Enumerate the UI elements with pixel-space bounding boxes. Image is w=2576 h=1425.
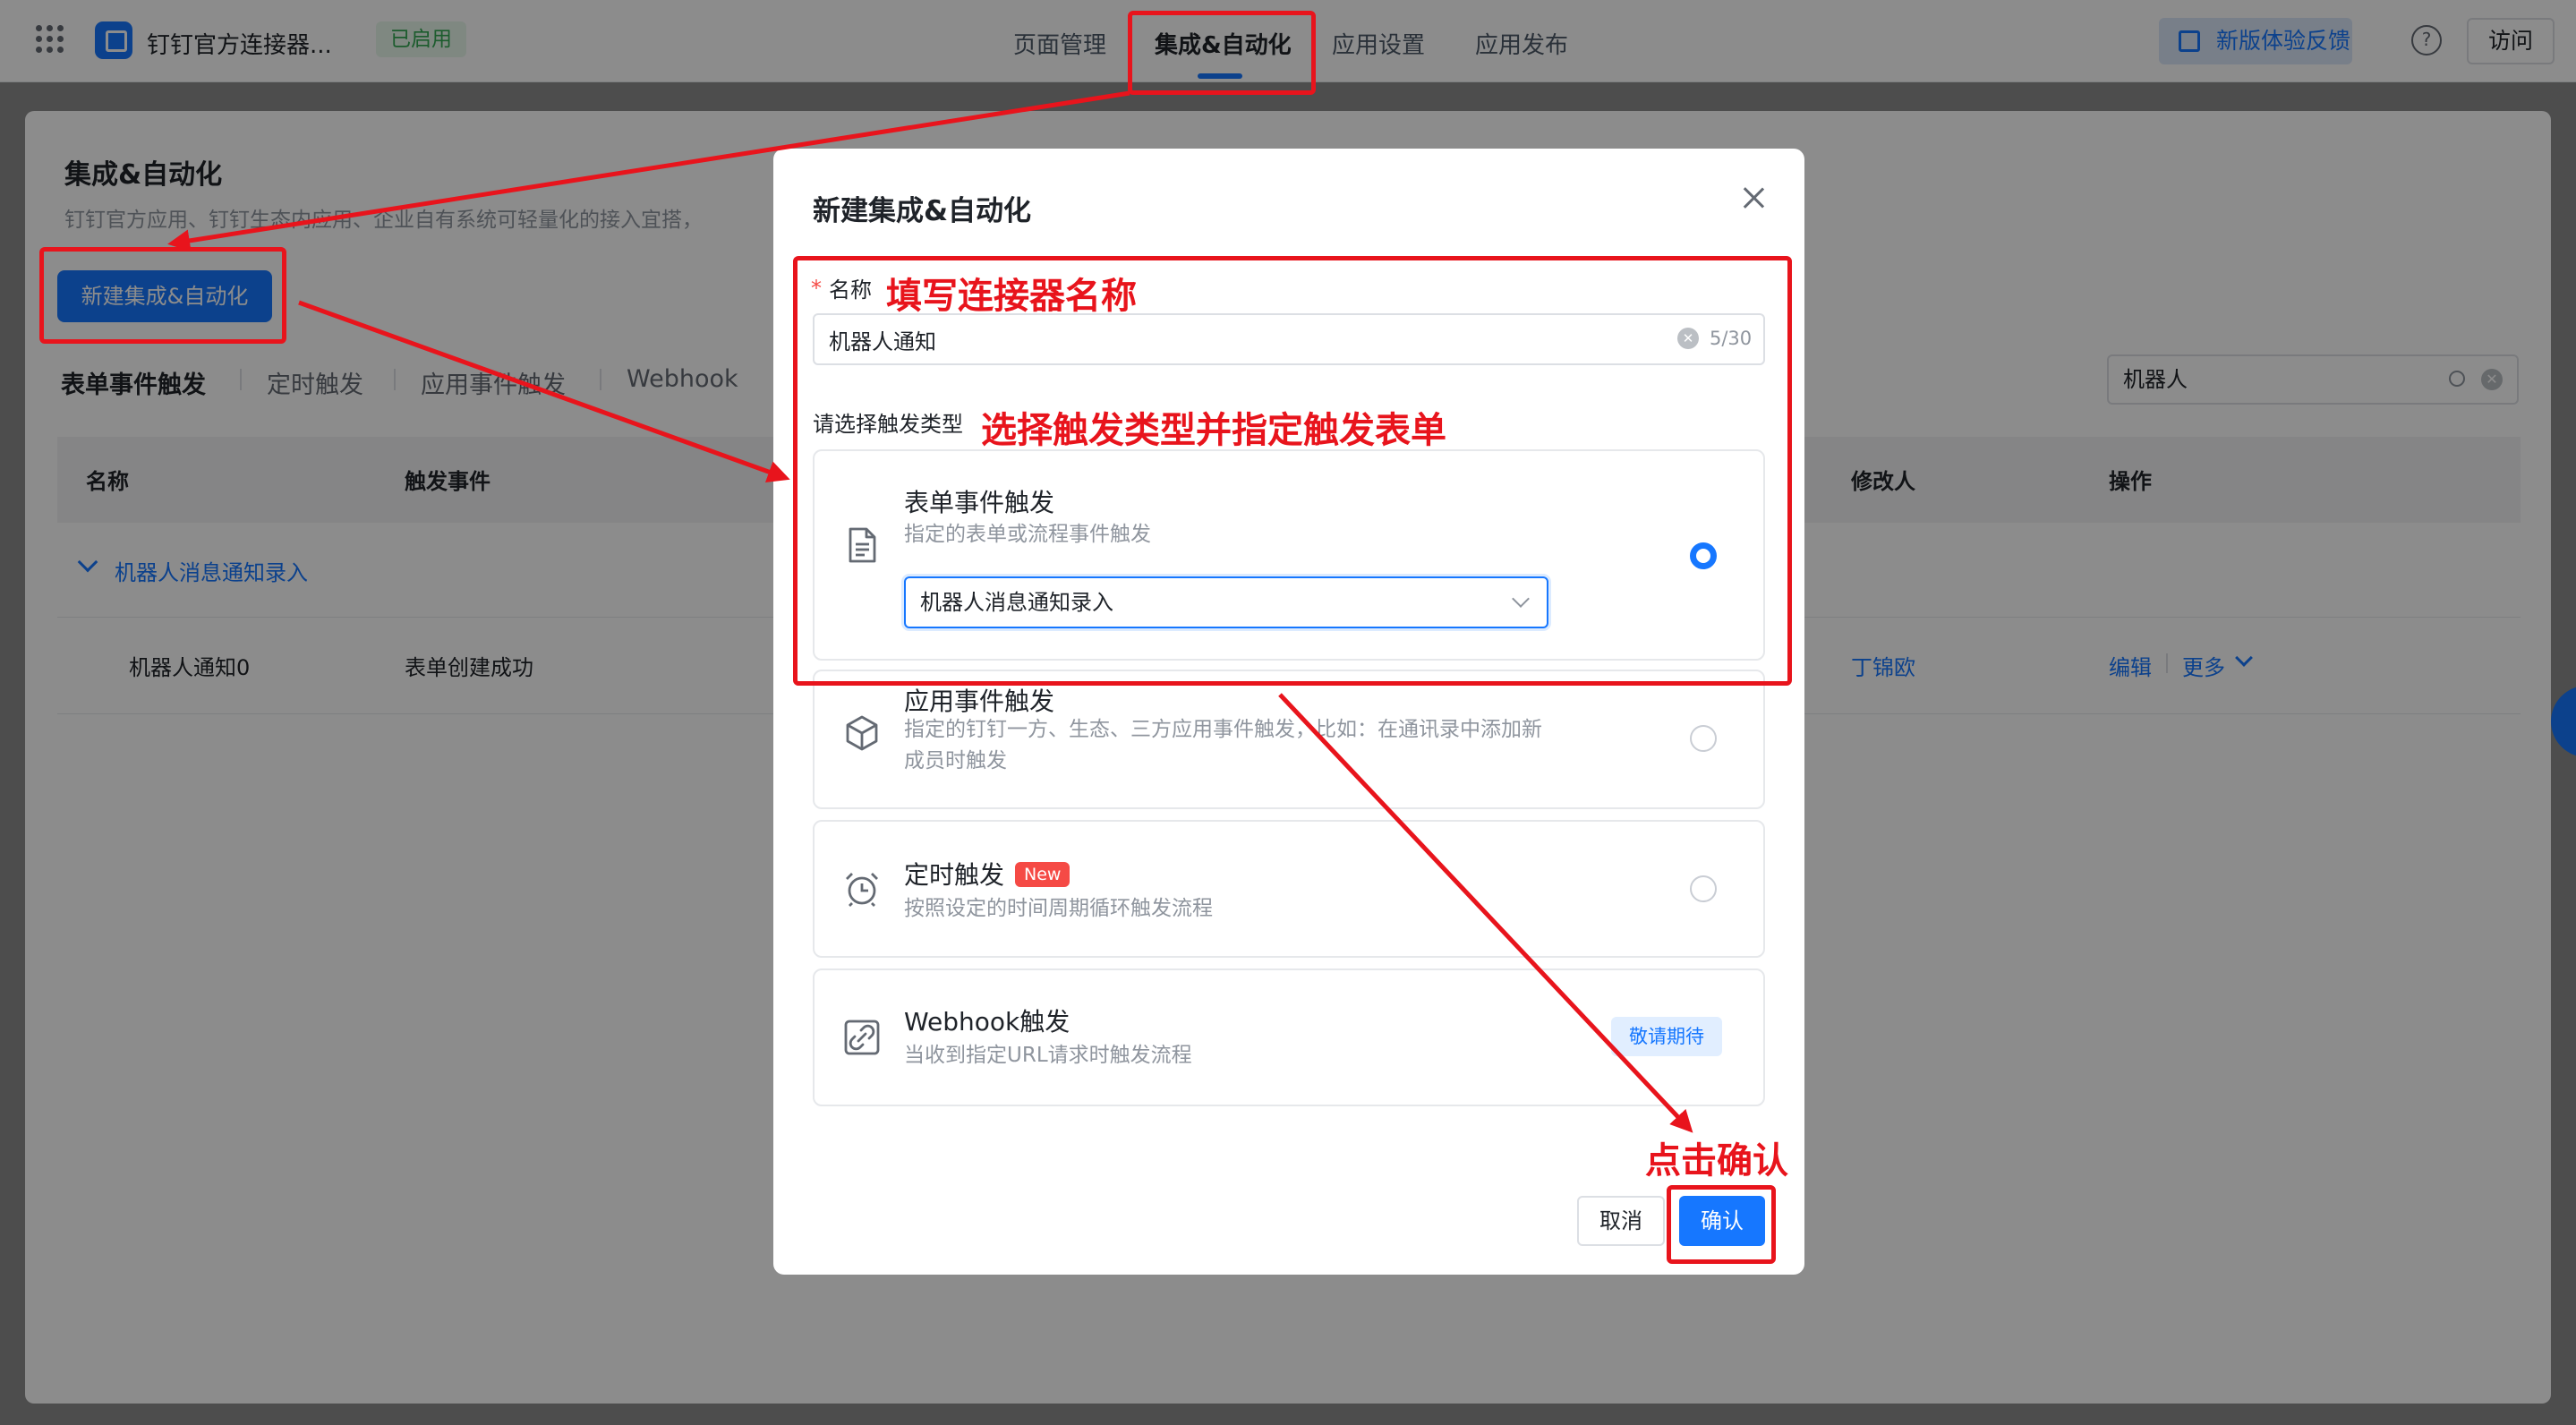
- cancel-button[interactable]: 取消: [1577, 1196, 1665, 1246]
- annotation-type-hint: 选择触发类型并指定触发表单: [981, 410, 1446, 451]
- new-badge: New: [1015, 862, 1070, 887]
- option-timer[interactable]: 定时触发 New 按照设定的时间周期循环触发流程: [813, 820, 1765, 958]
- option-title: 应用事件触发: [904, 687, 1055, 716]
- coming-soon-badge: 敬请期待: [1611, 1017, 1722, 1056]
- highlight-box-tab: [1128, 11, 1316, 95]
- link-icon: [844, 1020, 880, 1055]
- option-app-event[interactable]: 应用事件触发 指定的钉钉一方、生态、三方应用事件触发，比如：在通讯录中添加新成员…: [813, 670, 1765, 809]
- highlight-box-confirm: [1667, 1185, 1776, 1264]
- highlight-box-form: [793, 256, 1792, 686]
- option-webhook: Webhook触发 当收到指定URL请求时触发流程 敬请期待: [813, 968, 1765, 1106]
- annotation-name-hint: 填写连接器名称: [886, 276, 1137, 317]
- option-description: 按照设定的时间周期循环触发流程: [904, 897, 1213, 920]
- option-title: 定时触发 New: [904, 856, 1070, 892]
- close-icon[interactable]: [1738, 183, 1769, 213]
- option-description: 当收到指定URL请求时触发流程: [904, 1044, 1192, 1067]
- option-title: Webhook触发: [904, 1007, 1070, 1037]
- radio-timer[interactable]: [1690, 875, 1717, 902]
- modal-title: 新建集成&自动化: [813, 195, 1032, 227]
- radio-app-event[interactable]: [1690, 725, 1717, 752]
- annotation-confirm-hint: 点击确认: [1645, 1140, 1788, 1182]
- option-title-text: 定时触发: [904, 860, 1005, 890]
- highlight-box-new-button: [39, 247, 286, 344]
- alarm-clock-icon: [846, 873, 878, 907]
- cube-icon: [846, 715, 878, 751]
- option-description: 指定的钉钉一方、生态、三方应用事件触发，比如：在通讯录中添加新成员时触发: [904, 718, 1542, 772]
